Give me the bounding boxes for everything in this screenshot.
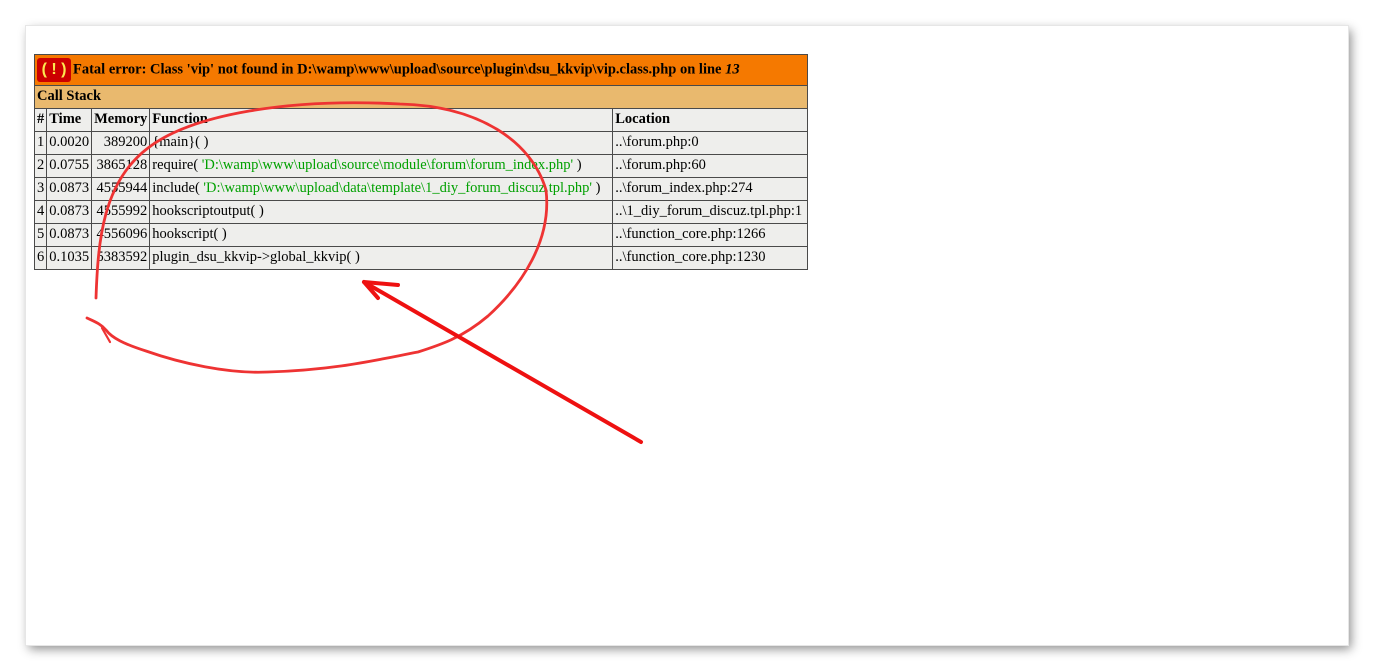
call-stack-title-row: Call Stack	[33, 85, 809, 109]
row-memory: 5383592	[91, 246, 151, 270]
row-location: ..\function_core.php:1266	[612, 223, 809, 247]
function-name: hookscript( )	[152, 226, 227, 242]
function-name: require(	[152, 157, 202, 173]
column-header-memory: Memory	[91, 108, 151, 132]
row-number: 4	[33, 200, 48, 224]
row-time: 0.0873	[46, 177, 93, 201]
row-function: hookscriptoutput( )	[149, 200, 614, 224]
call-stack-rows: 1 0.0020 389200 {main}( ) ..\forum.php:0 2 0.0…	[33, 131, 809, 270]
row-function: require( 'D:\wamp\www\upload\source\modu…	[149, 154, 614, 178]
row-number: 5	[33, 223, 48, 247]
error-line-number: 13	[725, 60, 740, 77]
xdebug-error-table: ( ! ) Fatal error: Class 'vip' not found …	[33, 54, 809, 270]
row-number: 3	[33, 177, 48, 201]
row-function: hookscript( )	[149, 223, 614, 247]
row-time: 0.0755	[46, 154, 93, 178]
call-stack-row: 4 0.0873 4555992 hookscriptoutput( ) ..\1_di…	[33, 200, 809, 224]
error-header-row: ( ! ) Fatal error: Class 'vip' not found …	[33, 54, 809, 86]
row-memory: 3865128	[91, 154, 151, 178]
function-name: {main}( )	[152, 134, 209, 150]
row-location: ..\1_diy_forum_discuz.tpl.php:1	[612, 200, 809, 224]
browser-page: ( ! ) Fatal error: Class 'vip' not found …	[26, 26, 1348, 645]
function-close-paren: )	[592, 180, 601, 196]
row-number: 2	[33, 154, 48, 178]
row-time: 0.0020	[46, 131, 93, 155]
call-stack-row: 2 0.0755 3865128 require( 'D:\wamp\www\uplo…	[33, 154, 809, 178]
row-memory: 4555944	[91, 177, 151, 201]
row-location: ..\forum.php:0	[612, 131, 809, 155]
column-header-location: Location	[612, 108, 809, 132]
row-location: ..\forum.php:60	[612, 154, 809, 178]
function-name: hookscriptoutput( )	[152, 203, 264, 219]
row-memory: 389200	[91, 131, 151, 155]
call-stack-row: 1 0.0020 389200 {main}( ) ..\forum.php:0	[33, 131, 809, 155]
row-function: include( 'D:\wamp\www\upload\data\templa…	[149, 177, 614, 201]
row-time: 0.0873	[46, 223, 93, 247]
function-argument: 'D:\wamp\www\upload\source\module\forum\…	[201, 157, 574, 173]
error-message: Fatal error: Class 'vip' not found in D:…	[73, 60, 726, 77]
row-time: 0.0873	[46, 200, 93, 224]
call-stack-row: 5 0.0873 4556096 hookscript( ) ..\function_c…	[33, 223, 809, 247]
function-argument: 'D:\wamp\www\upload\data\template\1_diy_…	[203, 180, 593, 196]
call-stack-title: Call Stack	[33, 85, 809, 109]
function-close-paren: )	[573, 157, 582, 173]
row-memory: 4555992	[91, 200, 151, 224]
row-memory: 4556096	[91, 223, 151, 247]
row-location: ..\forum_index.php:274	[612, 177, 809, 201]
function-name: include(	[152, 180, 204, 196]
row-function: plugin_dsu_kkvip->global_kkvip( )	[149, 246, 614, 270]
error-message-cell: ( ! ) Fatal error: Class 'vip' not found …	[33, 54, 809, 86]
column-header-function: Function	[149, 108, 614, 132]
function-name: plugin_dsu_kkvip->global_kkvip( )	[152, 249, 360, 265]
row-function: {main}( )	[149, 131, 614, 155]
call-stack-row: 6 0.1035 5383592 plugin_dsu_kkvip->global_k…	[33, 246, 809, 270]
row-time: 0.1035	[46, 246, 93, 270]
row-location: ..\function_core.php:1230	[612, 246, 809, 270]
column-header-number: #	[33, 108, 48, 132]
call-stack-row: 3 0.0873 4555944 include( 'D:\wamp\www\uplo…	[33, 177, 809, 201]
column-header-row: # Time Memory Function Location	[33, 108, 809, 132]
column-header-time: Time	[46, 108, 93, 132]
error-icon: ( ! )	[37, 57, 71, 82]
row-number: 1	[33, 131, 48, 155]
row-number: 6	[33, 246, 48, 270]
